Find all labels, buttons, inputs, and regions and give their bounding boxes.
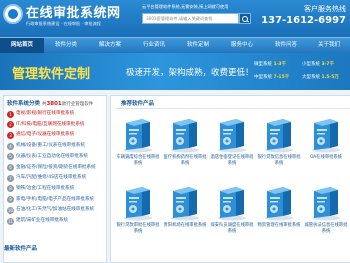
category-label[interactable]: 钢铁/冶金/工程在线审批系统 (16, 186, 74, 191)
category-item[interactable]: 10 石油/化工/天然气/加油站在线审批系统 (7, 206, 107, 215)
category-label[interactable]: 汽车/汽配/维修/4S店在线审批系统 (16, 175, 86, 180)
nav-item-faq[interactable]: 软件问答 (264, 38, 308, 53)
category-item[interactable]: 3 通信/电子/仪器在线审批系统 (7, 131, 107, 140)
category-label[interactable]: IT/科技/电脑/互联网在线审批系统 (16, 122, 85, 127)
price-medium: 中型系统 7-15千 (254, 75, 290, 80)
product-card[interactable]: 医疗机构药剂在线审批系统 (162, 115, 208, 175)
nav-item-home[interactable]: 网站首页 (0, 38, 44, 53)
category-number-badge: 11 (7, 217, 14, 225)
product-card[interactable]: 城管执法信息在线审批系统 (303, 183, 349, 243)
category-number-badge: 5 (7, 153, 14, 161)
nav-item-categories[interactable]: 软件分类 (44, 38, 88, 53)
category-label[interactable]: 机械/设备/重工/仪表在线审批系统 (16, 143, 85, 148)
product-name[interactable]: 医疗机构药剂在线审批系统 (162, 155, 208, 166)
site-logo-subtitle: 行政审批系统建设 · 在线审批 · 审批流程 (26, 21, 101, 26)
site-header: 在线审批系统网 行政审批系统建设 · 在线审批 · 审批流程 云平台管理软件系统… (0, 0, 350, 37)
product-name[interactable]: 银行贷款信息在线审批系统 (256, 155, 302, 166)
search-button[interactable] (239, 13, 251, 24)
software-box-icon[interactable] (169, 115, 201, 153)
software-box-icon[interactable] (310, 115, 342, 153)
product-name[interactable]: 物资管理在线审批系统 (256, 223, 302, 229)
product-card[interactable]: 银行贷款信息在线审批系统 (256, 115, 302, 175)
software-box-icon[interactable] (310, 183, 342, 221)
software-box-icon[interactable] (122, 115, 154, 153)
price-large: 大型系统 1.5-5万 (302, 75, 339, 80)
hotline-number: 137-1612-6997 (261, 15, 346, 26)
search-input[interactable]: 3001套管理软件,请输入关键词查找 (142, 13, 239, 24)
product-card[interactable]: 保安队员调度在线审批系统 (209, 183, 255, 243)
price-micro: 微型系统 1-3千 (254, 62, 287, 67)
nav-item-service[interactable]: 服务中心 (220, 38, 264, 53)
category-item[interactable]: 4 机械/设备/重工/仪表在线审批系统 (7, 142, 107, 151)
category-item[interactable]: 11 建筑/采矿业在线审批系统 (7, 217, 107, 226)
software-box-icon[interactable] (263, 183, 295, 221)
category-item[interactable]: 9 家电/手机/电脑/电子产品在线审批系统 (7, 196, 107, 205)
product-name[interactable]: 酒店住宿登记在线审批系统 (209, 155, 255, 166)
product-card[interactable]: OA在线审批系统 (303, 115, 349, 175)
nav-item-about[interactable]: 关于我们 (308, 38, 350, 53)
product-card[interactable]: 酒店住宿登记在线审批系统 (209, 115, 255, 175)
product-card[interactable]: 银行贷款审批在线审批系统 (115, 183, 161, 243)
category-label[interactable]: 通信/电子/仪器在线审批系统 (16, 132, 74, 137)
product-name[interactable]: 城管执法信息在线审批系统 (303, 223, 349, 234)
promo-banner[interactable]: 管理软件定制 极速开发，架构成熟，收费更低！ 微型系统 1-3千 小型系统 3-… (0, 53, 350, 90)
category-label[interactable]: 仪器/仪表/工业自动化在线审批系统 (16, 154, 88, 159)
category-label[interactable]: 建筑/采矿业在线审批系统 (16, 218, 68, 223)
category-label[interactable]: 金融/证券/保险/投资/期货在线审批系统 (16, 165, 96, 170)
category-item[interactable]: 6 金融/证券/保险/投资/期货在线审批系统 (7, 164, 107, 173)
category-item[interactable]: 1 电视/影视/银行在线审批系统 (7, 110, 107, 119)
logo-icon[interactable] (3, 4, 23, 24)
main-nav: 网站首页 软件分类 解决方案 行业资讯 软件定制 服务中心 软件问答 关于我们 (0, 37, 350, 53)
product-name[interactable]: 贵阳机场在线审批系统 (162, 223, 208, 229)
heading-divider (115, 108, 350, 109)
category-item[interactable]: 5 仪器/仪表/工业自动化在线审批系统 (7, 153, 107, 162)
category-item[interactable]: 8 钢铁/冶金/工程在线审批系统 (7, 185, 107, 194)
header-tagline: 云平台管理软件系统,无需安装,接上网就可使用 (142, 4, 229, 9)
product-card[interactable]: 车辆调度综合在线审批系统 (115, 115, 161, 175)
category-heading: 软件系统分类 共3801款行业管理软件 (7, 101, 94, 107)
software-box-icon[interactable] (263, 115, 295, 153)
category-item[interactable]: 2 IT/科技/电脑/互联网在线审批系统 (7, 121, 107, 130)
price-small: 小型系统 3-7千 (302, 62, 335, 67)
software-box-icon[interactable] (122, 183, 154, 221)
software-box-icon[interactable] (216, 183, 248, 221)
category-panel: 软件系统分类 共3801款行业管理软件 1 电视/影视/银行在线审批系统 2 IT/科… (3, 95, 107, 263)
nav-item-news[interactable]: 行业资讯 (132, 38, 176, 53)
category-label[interactable]: 石油/化工/天然气/加油站在线审批系统 (16, 207, 94, 212)
category-number-badge: 3 (7, 131, 14, 139)
category-item[interactable]: 7 汽车/汽配/维修/4S店在线审批系统 (7, 174, 107, 183)
product-name[interactable]: 保安队员调度在线审批系统 (209, 223, 255, 234)
product-card[interactable]: 贵阳机场在线审批系统 (162, 183, 208, 243)
category-number-badge: 10 (7, 206, 14, 214)
software-box-icon[interactable] (169, 183, 201, 221)
product-name[interactable]: OA在线审批系统 (303, 155, 349, 161)
category-label[interactable]: 电视/影视/银行在线审批系统 (16, 111, 74, 116)
software-box-icon[interactable] (216, 115, 248, 153)
category-label[interactable]: 家电/手机/电脑/电子产品在线审批系统 (16, 197, 94, 202)
hotline-label: 客户服务热线 (304, 5, 346, 13)
category-number-badge: 6 (7, 164, 14, 171)
site-logo-title[interactable]: 在线审批系统网 (26, 2, 121, 21)
category-number-badge: 1 (7, 110, 14, 118)
category-number-badge: 7 (7, 174, 14, 182)
product-card[interactable]: 物资管理在线审批系统 (256, 183, 302, 243)
category-number-badge: 9 (7, 196, 14, 204)
banner-slogan: 极速开发，架构成熟，收费更低！ (126, 68, 254, 78)
nav-item-custom[interactable]: 软件定制 (176, 38, 220, 53)
category-number-badge: 2 (7, 121, 14, 129)
banner-title: 管理软件定制 (12, 67, 91, 82)
recommended-heading: 推荐软件产品 (121, 101, 155, 107)
category-number-badge: 8 (7, 185, 14, 193)
latest-products-heading: 最新软件产品 (4, 246, 38, 252)
nav-item-solutions[interactable]: 解决方案 (88, 38, 132, 53)
category-number-badge: 4 (7, 142, 14, 150)
recommended-panel: 推荐软件产品 车辆调度综合在线审批系统 医疗机构药剂在线审批系统 酒店住宿登记在线审… (110, 95, 350, 263)
product-name[interactable]: 车辆调度综合在线审批系统 (115, 155, 161, 166)
product-name[interactable]: 银行贷款审批在线审批系统 (115, 223, 161, 234)
